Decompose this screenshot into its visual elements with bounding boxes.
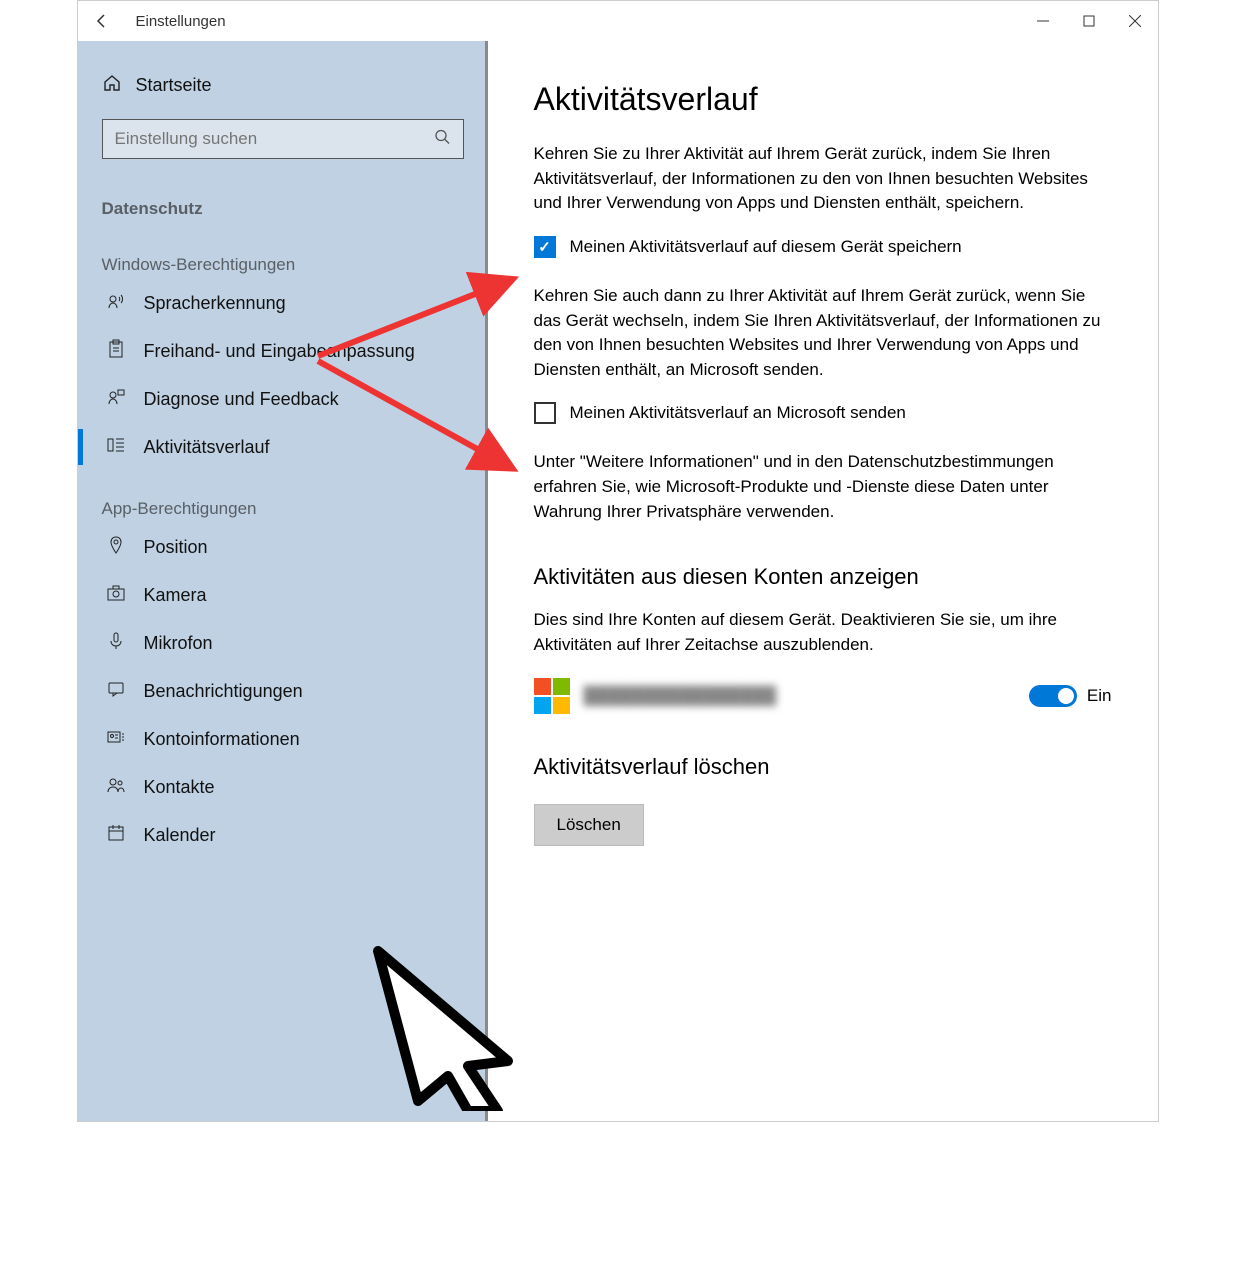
nav-label: Diagnose und Feedback xyxy=(144,389,339,410)
sidebar-home-label: Startseite xyxy=(136,75,212,96)
sidebar-section-app: App-Berechtigungen xyxy=(78,471,488,523)
sidebar-item-activity-history[interactable]: Aktivitätsverlauf xyxy=(78,423,488,471)
sidebar-item-speech[interactable]: Spracherkennung xyxy=(78,279,488,327)
search-icon xyxy=(434,129,450,150)
description-3: Unter "Weitere Informationen" und in den… xyxy=(534,450,1112,524)
camera-icon xyxy=(102,583,130,608)
feedback-icon xyxy=(102,387,130,412)
nav-label: Spracherkennung xyxy=(144,293,286,314)
sidebar: Startseite Datenschutz Windows-Berechtig… xyxy=(78,41,488,1121)
sidebar-privacy-label: Datenschutz xyxy=(78,183,488,227)
account-toggle[interactable] xyxy=(1029,685,1077,707)
description-2: Kehren Sie auch dann zu Ihrer Aktivität … xyxy=(534,284,1112,383)
checkbox-icon-checked xyxy=(534,236,556,258)
titlebar: Einstellungen xyxy=(78,1,1158,41)
sidebar-item-camera[interactable]: Kamera xyxy=(78,571,488,619)
search-input[interactable] xyxy=(102,119,464,159)
sidebar-item-notifications[interactable]: Benachrichtigungen xyxy=(78,667,488,715)
close-button[interactable] xyxy=(1112,1,1158,41)
calendar-icon xyxy=(102,823,130,848)
accounts-heading: Aktivitäten aus diesen Konten anzeigen xyxy=(534,564,1112,590)
checkbox-label: Meinen Aktivitätsverlauf an Microsoft se… xyxy=(570,403,906,423)
maximize-button[interactable] xyxy=(1066,1,1112,41)
account-row: ████████████████ Ein xyxy=(534,678,1112,714)
nav-label: Benachrichtigungen xyxy=(144,681,303,702)
nav-label: Kontoinformationen xyxy=(144,729,300,750)
minimize-button[interactable] xyxy=(1020,1,1066,41)
sidebar-item-calendar[interactable]: Kalender xyxy=(78,811,488,859)
back-button[interactable] xyxy=(78,1,126,41)
window-title: Einstellungen xyxy=(136,13,226,30)
checkbox-icon-unchecked xyxy=(534,402,556,424)
nav-label: Position xyxy=(144,537,208,558)
accounts-description: Dies sind Ihre Konten auf diesem Gerät. … xyxy=(534,608,1112,657)
nav-label: Kontakte xyxy=(144,777,215,798)
checkbox-store-device[interactable]: Meinen Aktivitätsverlauf auf diesem Gerä… xyxy=(534,236,1112,258)
nav-label: Kamera xyxy=(144,585,207,606)
account-info-icon xyxy=(102,727,130,752)
clipboard-icon xyxy=(102,339,130,364)
checkbox-send-microsoft[interactable]: Meinen Aktivitätsverlauf an Microsoft se… xyxy=(534,402,1112,424)
sidebar-home[interactable]: Startseite xyxy=(78,61,488,109)
speech-icon xyxy=(102,291,130,316)
checkbox-label: Meinen Aktivitätsverlauf auf diesem Gerä… xyxy=(570,237,962,257)
sidebar-item-microphone[interactable]: Mikrofon xyxy=(78,619,488,667)
page-title: Aktivitätsverlauf xyxy=(534,81,1112,118)
contacts-icon xyxy=(102,775,130,800)
sidebar-section-windows: Windows-Berechtigungen xyxy=(78,227,488,279)
toggle-state-label: Ein xyxy=(1087,686,1112,706)
microsoft-logo-icon xyxy=(534,678,570,714)
account-name: ████████████████ xyxy=(584,686,777,706)
home-icon xyxy=(102,73,122,98)
description-1: Kehren Sie zu Ihrer Aktivität auf Ihrem … xyxy=(534,142,1112,216)
sidebar-item-diagnostics[interactable]: Diagnose und Feedback xyxy=(78,375,488,423)
nav-label: Kalender xyxy=(144,825,216,846)
clear-button[interactable]: Löschen xyxy=(534,804,644,846)
nav-label: Freihand- und Eingabeanpassung xyxy=(144,341,415,362)
location-icon xyxy=(102,535,130,560)
clear-heading: Aktivitätsverlauf löschen xyxy=(534,754,1112,780)
sidebar-item-contacts[interactable]: Kontakte xyxy=(78,763,488,811)
microphone-icon xyxy=(102,631,130,656)
sidebar-item-location[interactable]: Position xyxy=(78,523,488,571)
nav-label: Aktivitätsverlauf xyxy=(144,437,270,458)
content-pane: Aktivitätsverlauf Kehren Sie zu Ihrer Ak… xyxy=(488,41,1158,1121)
notifications-icon xyxy=(102,679,130,704)
nav-label: Mikrofon xyxy=(144,633,213,654)
activity-icon xyxy=(102,435,130,460)
sidebar-item-inking[interactable]: Freihand- und Eingabeanpassung xyxy=(78,327,488,375)
settings-window: Einstellungen Startseite xyxy=(77,0,1159,1122)
sidebar-item-account-info[interactable]: Kontoinformationen xyxy=(78,715,488,763)
